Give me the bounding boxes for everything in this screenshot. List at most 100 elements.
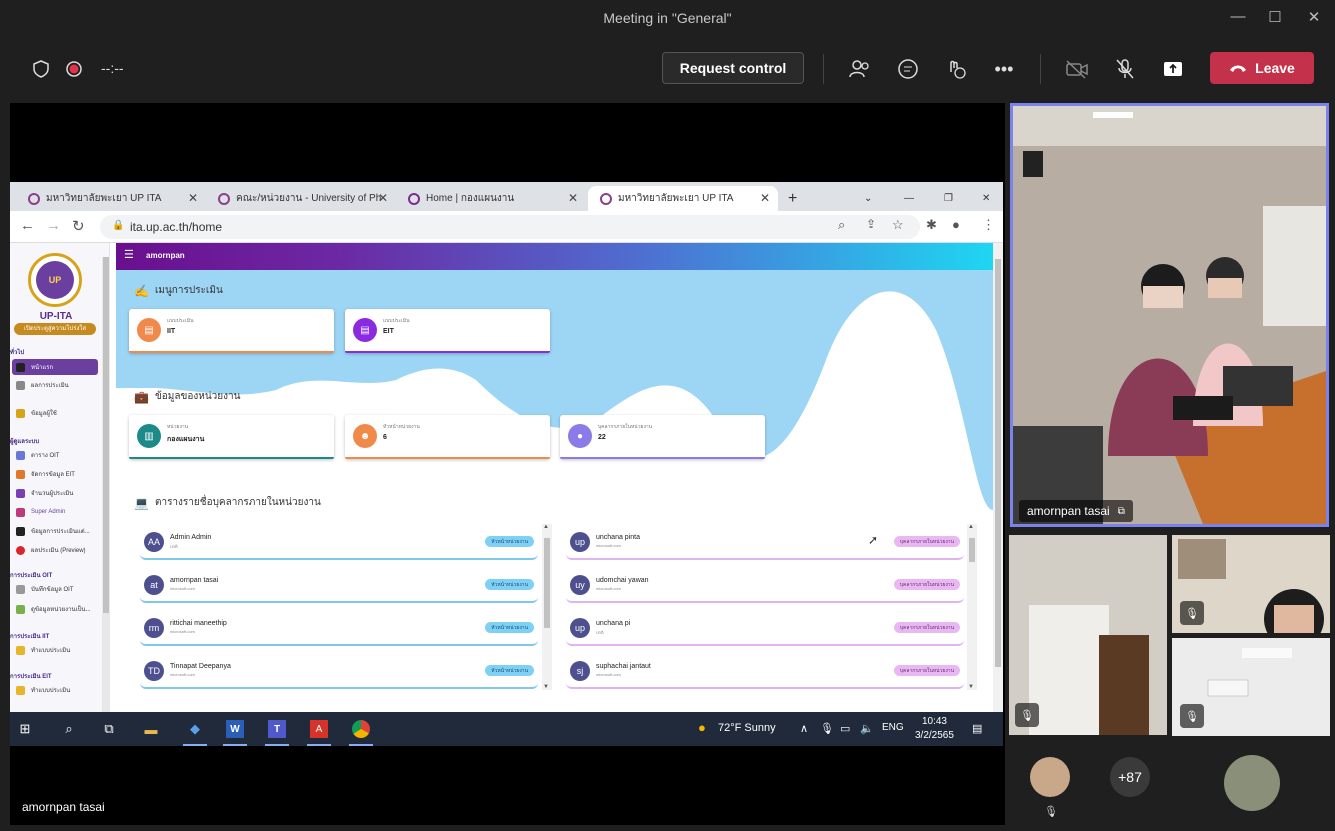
browser-minimize-icon[interactable]: — (900, 186, 920, 211)
sidebar-item-results[interactable]: ผลการประเมิน (12, 377, 98, 393)
tab-close-icon[interactable]: ✕ (188, 191, 198, 205)
scroll-up-icon[interactable]: ▲ (968, 524, 974, 530)
close-icon[interactable]: ✕ (1302, 8, 1326, 26)
more-options-icon[interactable]: ••• (991, 56, 1017, 82)
staff-row[interactable]: at amornpan tasai microsoft.com หัวหน้าห… (140, 573, 538, 603)
zoom-icon[interactable]: ⌕ (838, 217, 845, 233)
staff-row[interactable]: TD Tinnapat Deepanya microsoft.com หัวหน… (140, 659, 538, 689)
sidebar-item-eval-data[interactable]: ข้อมูลการประเมินแต่... (12, 523, 98, 539)
search-icon[interactable]: ⌕ (60, 720, 78, 738)
participant-video[interactable]: 🎙 (1009, 535, 1167, 735)
tab-search-icon[interactable]: ⌄ (860, 186, 880, 211)
sidebar-scrollbar[interactable] (102, 257, 110, 712)
sidebar-item-oit-record[interactable]: บันทึกข้อมูล OIT (12, 581, 98, 597)
acrobat-icon[interactable]: A (310, 720, 328, 738)
sidebar-item-super-admin[interactable]: Super Admin (12, 504, 98, 520)
participant-avatar[interactable] (1030, 757, 1070, 797)
teams-icon[interactable]: T (268, 720, 286, 738)
scroll-up-icon[interactable]: ▲ (543, 524, 549, 530)
windows-taskbar: ⊞ ⌕ ⧉ ▬ ◆ W T A ● 72°F Sunny ∧ 🎙 ▭ 🔈 ENG… (10, 712, 1003, 746)
weather-text[interactable]: 72°F Sunny (718, 722, 776, 734)
user-card-icon (16, 408, 25, 418)
scroll-down-icon[interactable]: ▼ (543, 684, 549, 690)
scroll-thumb[interactable] (995, 259, 1001, 667)
reload-icon[interactable]: ↻ (72, 217, 85, 235)
staff-row[interactable]: up unchana pi ปกติ บุคลากรภายในหน่วยงาน (566, 616, 964, 646)
sidebar-item-preview[interactable]: ผลประเมิน (Preview) (12, 542, 98, 558)
browser-tab[interactable]: Home | กองแผนงาน ✕ (396, 186, 586, 211)
self-avatar[interactable] (1224, 755, 1280, 811)
share-screen-icon[interactable] (1160, 56, 1186, 82)
profile-icon[interactable]: ● (952, 217, 960, 232)
active-speaker-video[interactable]: amornpan tasai ⧉ (1010, 103, 1329, 527)
notifications-icon[interactable]: ▤ (972, 722, 982, 735)
scroll-down-icon[interactable]: ▼ (968, 684, 974, 690)
task-view-icon[interactable]: ⧉ (100, 720, 118, 738)
maximize-icon[interactable]: ☐ (1263, 8, 1287, 26)
page-scrollbar[interactable] (993, 243, 1003, 712)
chat-icon[interactable] (895, 56, 921, 82)
web-page: UP UP-ITA เปิดประตูสู่ความโปร่งใส ทั่วไป… (10, 243, 1003, 712)
staff-row[interactable]: rm rittichai maneethip microsoft.com หัว… (140, 616, 538, 646)
browser-close-icon[interactable]: ✕ (978, 186, 998, 211)
scroll-thumb[interactable] (544, 538, 550, 628)
eval-card-eit[interactable]: ▤ แบบประเมิน EIT (345, 309, 550, 353)
request-control-button[interactable]: Request control (662, 52, 804, 84)
chevron-up-icon[interactable]: ∧ (800, 722, 808, 735)
store-app-icon[interactable]: ◆ (186, 720, 204, 738)
sidebar-item-unit-view[interactable]: ดูข้อมูลหน่วยงานเป็น... (12, 601, 98, 617)
conference-room-video (1013, 106, 1326, 524)
sidebar-item-iit-eval[interactable]: ทำแบบประเมิน (12, 642, 98, 658)
word-icon[interactable]: W (226, 720, 244, 738)
sidebar-item-oit-table[interactable]: ตาราง OIT (12, 447, 98, 463)
sidebar-item-label: ดูข้อมูลหน่วยงานเป็น... (31, 607, 91, 613)
hamburger-icon[interactable]: ☰ (124, 248, 134, 261)
sidebar-item-eit-eval[interactable]: ทำแบบประเมิน (12, 682, 98, 698)
browser-tab[interactable]: คณะ/หน่วยงาน - University of Ph ✕ (206, 186, 396, 211)
scroll-thumb[interactable] (969, 538, 975, 562)
taskbar-clock[interactable]: 10:43 3/2/2565 (915, 715, 954, 743)
sidebar-item-label: จำนวนผู้ประเมิน (31, 491, 74, 497)
camera-off-icon[interactable] (1064, 56, 1090, 82)
windows-start-icon[interactable]: ⊞ (16, 720, 34, 738)
reactions-icon[interactable] (943, 56, 969, 82)
minimize-icon[interactable]: — (1226, 8, 1250, 25)
browser-tab[interactable]: มหาวิทยาลัยพะเยา UP ITA ✕ (16, 186, 206, 211)
sidebar-item-eit-manage[interactable]: จัดการข้อมูล EIT (12, 466, 98, 482)
share-icon[interactable]: ⇪ (866, 217, 876, 231)
chrome-icon[interactable] (352, 720, 370, 738)
language-indicator[interactable]: ENG (882, 722, 904, 733)
url-input[interactable]: 🔒 ita.up.ac.th/home (100, 215, 920, 239)
staff-row[interactable]: AA Admin Admin ปกติ หัวหน้าหน่วยงาน (140, 530, 538, 560)
staff-list-right-scrollbar[interactable]: ▲ ▼ (967, 524, 977, 690)
participant-video[interactable]: 🎙 (1172, 535, 1330, 633)
staff-list-left-scrollbar[interactable]: ▲ ▼ (542, 524, 552, 690)
sidebar-item-home[interactable]: หน้าแรก (12, 359, 98, 375)
network-icon[interactable]: ▭ (840, 722, 850, 735)
extensions-icon[interactable]: ✱ (926, 217, 937, 233)
participant-video[interactable]: 🎙 (1172, 638, 1330, 736)
new-tab-icon[interactable]: + (782, 186, 806, 211)
staff-row[interactable]: sj suphachai jantaut microsoft.com บุคลา… (566, 659, 964, 689)
people-icon[interactable] (847, 56, 873, 82)
browser-restore-icon[interactable]: ❐ (940, 186, 960, 211)
staff-row[interactable]: up unchana pinta microsoft.com บุคลากรภา… (566, 530, 964, 560)
staff-row[interactable]: uy udomchai yawan microsoft.com บุคลากรภ… (566, 573, 964, 603)
sidebar-item-user-info[interactable]: ข้อมูลผู้ใช้ (12, 405, 98, 421)
sidebar-item-evaluator-count[interactable]: จำนวนผู้ประเมิน (12, 485, 98, 501)
leave-button[interactable]: Leave (1210, 52, 1314, 84)
eval-card-iit[interactable]: ▤ แบบประเมิน IIT (129, 309, 334, 353)
more-participants-button[interactable]: +87 (1110, 757, 1150, 797)
bookmark-star-icon[interactable]: ☆ (892, 217, 904, 233)
tray-mic-icon[interactable]: 🎙 (820, 722, 834, 735)
tab-close-icon[interactable]: ✕ (378, 191, 388, 205)
browser-menu-icon[interactable]: ⋮ (982, 217, 995, 233)
back-icon[interactable]: ← (20, 217, 35, 234)
browser-tab-active[interactable]: มหาวิทยาลัยพะเยา UP ITA ✕ (588, 186, 778, 211)
mic-off-icon[interactable] (1112, 56, 1138, 82)
tab-close-icon[interactable]: ✕ (568, 191, 578, 205)
file-explorer-icon[interactable]: ▬ (142, 720, 160, 738)
volume-icon[interactable]: 🔈 (860, 722, 874, 735)
tab-close-icon[interactable]: ✕ (760, 191, 770, 205)
forward-icon[interactable]: → (46, 217, 61, 234)
